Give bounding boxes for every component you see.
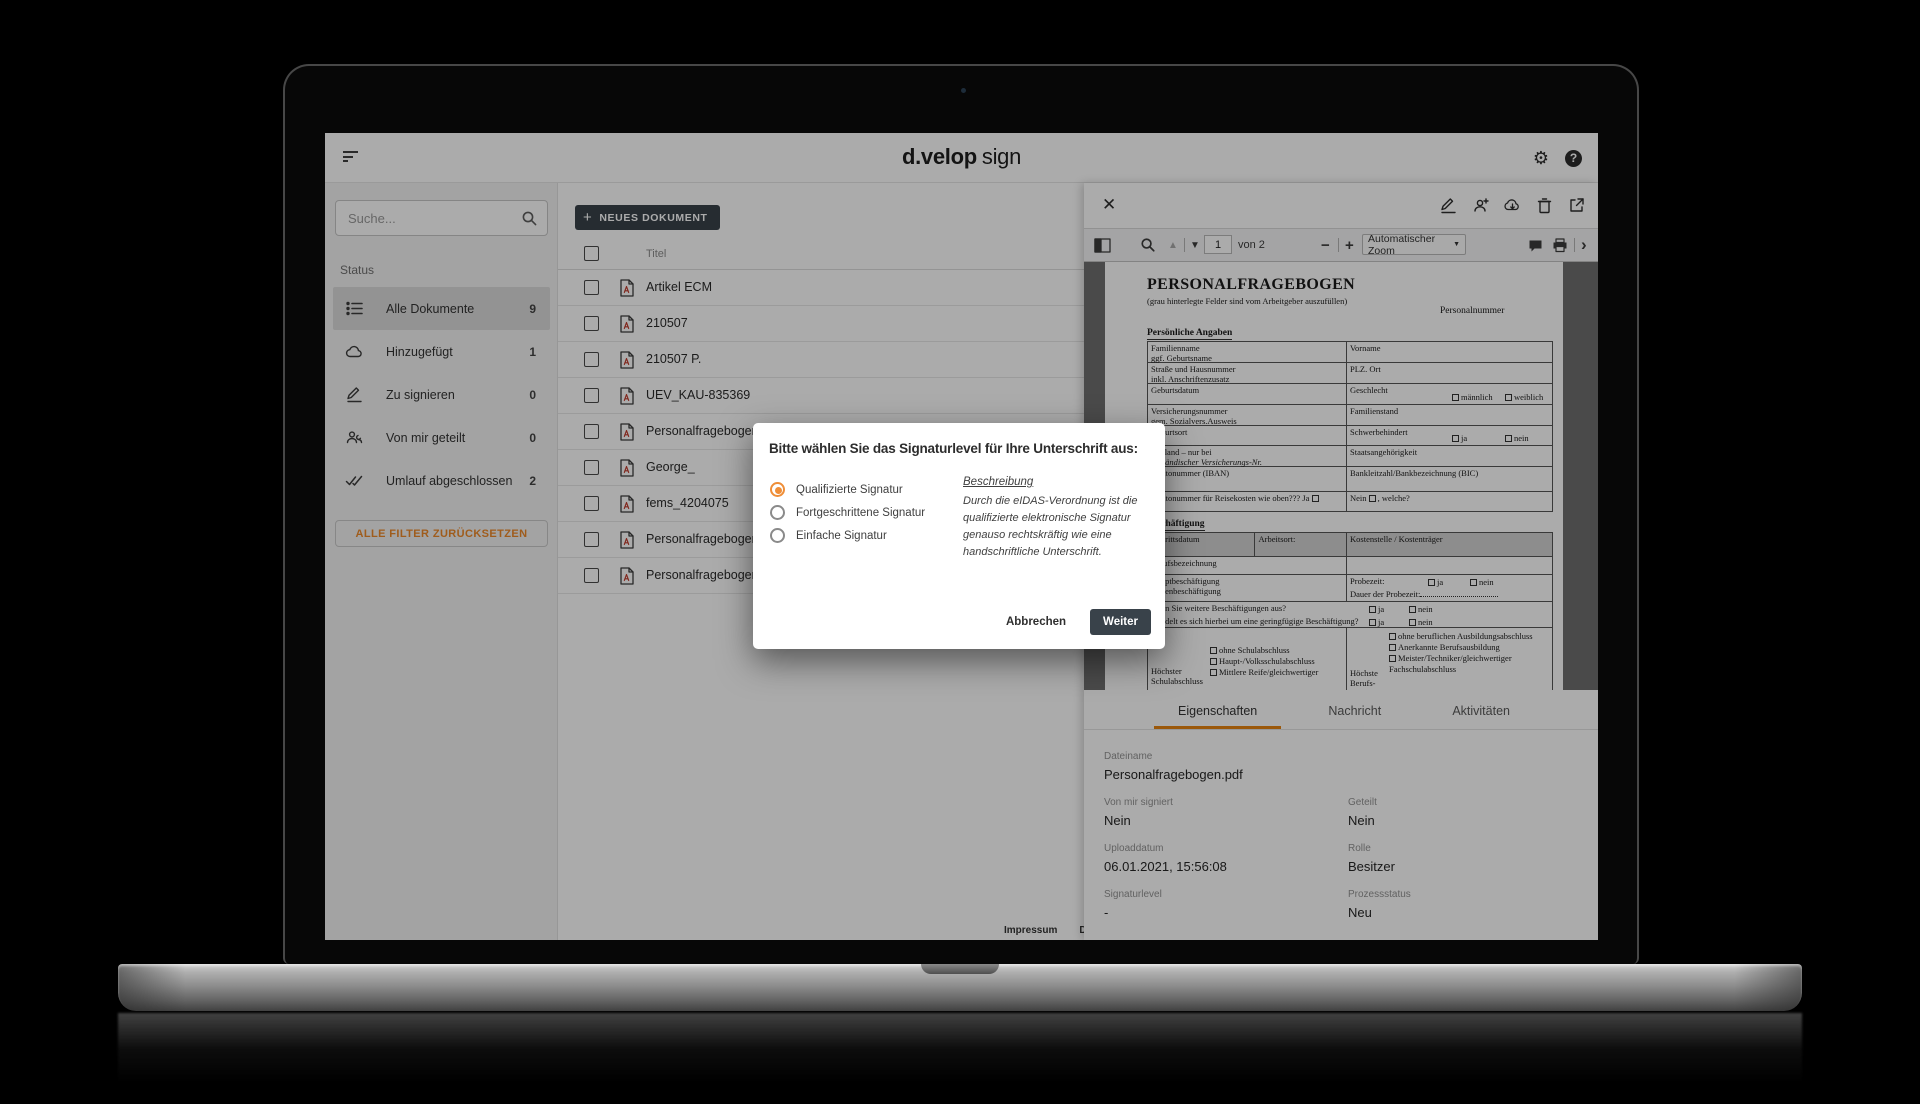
laptop-base	[118, 964, 1802, 1011]
confirm-button[interactable]: Weiter	[1090, 609, 1151, 635]
signature-level-option[interactable]: Einfache Signatur	[770, 524, 925, 547]
dialog-title: Bitte wählen Sie das Signaturlevel für I…	[769, 441, 1138, 456]
description-block: Beschreibung Durch die eIDAS-Verordnung …	[963, 476, 1145, 561]
stage: d.velopsign ⚙ ? Status	[0, 0, 1920, 1104]
signature-level-options: Qualifizierte Signatur Fortgeschrittene …	[770, 478, 925, 547]
laptop-screen: d.velopsign ⚙ ? Status	[283, 64, 1639, 964]
webcam-dot	[961, 88, 966, 93]
signature-level-dialog: Bitte wählen Sie das Signaturlevel für I…	[753, 423, 1165, 649]
cancel-button[interactable]: Abbrechen	[1000, 615, 1072, 629]
signature-level-option[interactable]: Qualifizierte Signatur	[770, 478, 925, 501]
dvelop-sign-app: d.velopsign ⚙ ? Status	[325, 133, 1598, 940]
laptop-notch	[921, 964, 999, 974]
radio-icon	[770, 482, 785, 497]
laptop-reflection	[118, 1013, 1802, 1103]
radio-icon	[770, 505, 785, 520]
description-title: Beschreibung	[963, 476, 1145, 488]
signature-level-option[interactable]: Fortgeschrittene Signatur	[770, 501, 925, 524]
description-text: Durch die eIDAS-Verordnung ist die quali…	[963, 493, 1145, 561]
radio-icon	[770, 528, 785, 543]
